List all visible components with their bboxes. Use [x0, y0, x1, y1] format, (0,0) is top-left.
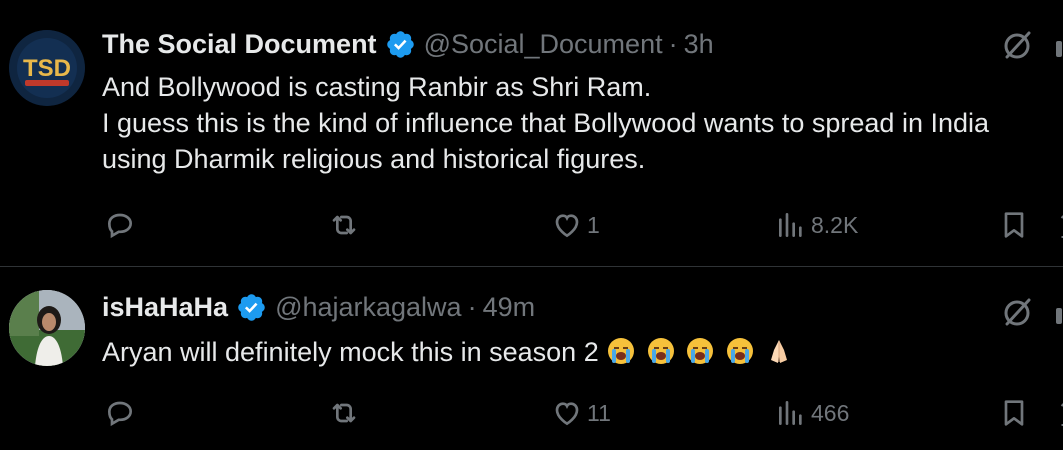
like-button[interactable]: 11 — [551, 393, 611, 433]
like-button[interactable]: 1 — [551, 205, 600, 245]
heart-icon — [555, 402, 579, 426]
more-options-icon[interactable] — [1050, 29, 1063, 69]
tweet-text-line: And Bollywood is casting Ranbir as Shri … — [102, 72, 652, 102]
emoji-group — [606, 337, 796, 367]
tweet-text-line: using Dharmik religious and historical f… — [102, 144, 646, 174]
bookmark-button[interactable] — [998, 205, 1030, 245]
tweet-1[interactable]: TSD The Social Document @Social_Document… — [0, 0, 1063, 266]
user-handle[interactable]: @hajarkagalwa — [275, 292, 462, 323]
loudly-crying-face-icon — [726, 338, 753, 364]
timestamp[interactable]: 49m — [483, 292, 536, 323]
separator-dot: · — [467, 291, 477, 322]
share-icon[interactable] — [1050, 393, 1063, 433]
tweet-header: The Social Document @Social_Document · 3… — [102, 26, 714, 62]
avatar-logo: TSD — [9, 30, 85, 106]
avatar-photo — [9, 290, 85, 366]
tweet-header: isHaHaHa @hajarkagalwa · 49m — [102, 289, 535, 325]
view-count: 8.2K — [811, 211, 859, 238]
loudly-crying-face-icon — [647, 338, 674, 364]
display-name[interactable]: isHaHaHa — [102, 292, 228, 323]
share-icon[interactable] — [1050, 205, 1063, 245]
tweet-actions: 1 8.2K — [0, 205, 1063, 245]
timestamp[interactable]: 3h — [684, 29, 714, 60]
loudly-crying-face-icon — [687, 338, 714, 364]
retweet-button[interactable] — [328, 393, 364, 433]
like-count: 11 — [587, 399, 611, 426]
reply-icon — [107, 213, 133, 239]
grok-icon[interactable] — [998, 25, 1038, 65]
retweet-icon — [332, 215, 356, 235]
more-options-icon[interactable] — [1050, 296, 1063, 336]
reply-button[interactable] — [104, 205, 140, 245]
tweet-text: Aryan will definitely mock this in seaso… — [102, 334, 796, 370]
tweet-text-line: Aryan will definitely mock this in seaso… — [102, 337, 599, 367]
verified-badge-icon[interactable] — [236, 292, 267, 323]
views-button[interactable]: 466 — [775, 393, 849, 433]
reply-icon — [107, 401, 133, 427]
bookmark-button[interactable] — [998, 393, 1030, 433]
views-chart-icon — [779, 213, 802, 237]
tweet-actions: 11 466 — [0, 393, 1063, 433]
retweet-button[interactable] — [328, 205, 364, 245]
tweet-text-line: I guess this is the kind of influence th… — [102, 108, 990, 138]
svg-text:TSD: TSD — [23, 55, 71, 82]
tweet-text: And Bollywood is casting Ranbir as Shri … — [102, 69, 989, 177]
user-handle[interactable]: @Social_Document — [424, 29, 663, 60]
avatar[interactable]: TSD — [9, 30, 85, 106]
view-count: 466 — [811, 399, 850, 426]
views-chart-icon — [779, 401, 802, 425]
loudly-crying-face-icon — [608, 338, 635, 364]
separator-dot: · — [668, 28, 678, 59]
bookmark-icon — [1004, 400, 1024, 426]
views-button[interactable]: 8.2K — [775, 205, 858, 245]
avatar[interactable] — [9, 290, 85, 366]
tweet-2[interactable]: isHaHaHa @hajarkagalwa · 49m Aryan will … — [0, 267, 1063, 450]
folded-hands-icon — [771, 340, 788, 363]
heart-icon — [555, 214, 579, 238]
display-name[interactable]: The Social Document — [102, 29, 377, 60]
bookmark-icon — [1004, 212, 1024, 238]
grok-icon[interactable] — [998, 292, 1038, 332]
verified-badge-icon[interactable] — [385, 29, 416, 60]
reply-button[interactable] — [104, 393, 140, 433]
like-count: 1 — [587, 211, 600, 238]
retweet-icon — [332, 403, 356, 423]
